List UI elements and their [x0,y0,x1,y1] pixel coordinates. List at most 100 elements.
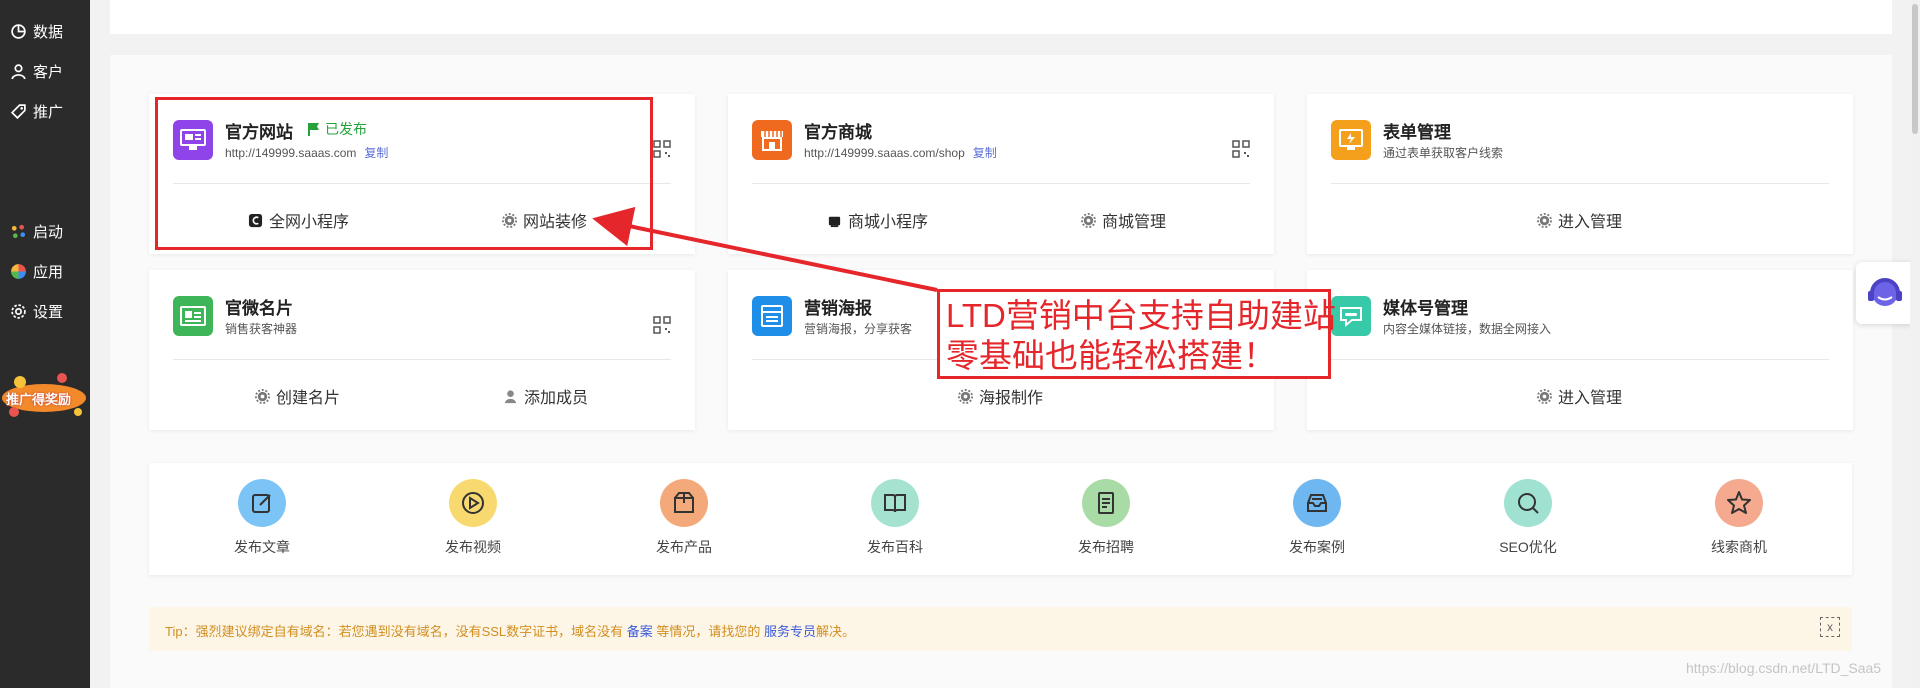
highlight-box [155,97,653,250]
customer-support-button[interactable] [1856,262,1914,324]
gear-icon [1537,388,1552,404]
quick-label: 发布视频 [445,539,501,555]
tip-text: 等情况，请找您的 [652,624,765,639]
sidebar-item-data[interactable]: 数据 [10,19,63,43]
chart-pie-icon [11,23,26,39]
media-manage-button[interactable]: 进入管理 [1537,384,1622,408]
poster-icon [752,296,792,336]
qr-code-icon[interactable] [653,140,671,158]
sidebar-item-label: 客户 [33,63,64,81]
quick-leads[interactable]: 线索商机 [1684,479,1794,557]
sidebar-item-apps[interactable]: 应用 [10,259,63,283]
card-form-management: 表单管理 通过表单获取客户线索 进入管理 [1307,94,1853,254]
card-description: 营销海报，分享获客 [804,322,913,336]
quick-publish-product[interactable]: 发布产品 [629,479,739,557]
play-icon [462,492,484,514]
quick-label: 发布文章 [234,539,290,555]
mall-mini-program-button[interactable]: 商城小程序 [827,208,928,232]
promo-label: 推广得奖励 [6,392,72,407]
promo-banner[interactable]: 推广得奖励 [0,368,90,422]
card-business-card: 官微名片 销售获客神器 创建名片 添加成员 [149,270,695,430]
sidebar-item-label: 数据 [33,23,64,41]
sidebar-item-label: 推广 [33,103,64,121]
search-icon [1518,493,1539,514]
quick-circle [1504,479,1552,527]
sidebar-item-settings[interactable]: 设置 [10,299,63,323]
quick-circle [1082,479,1130,527]
quick-label: 发布百科 [867,539,923,555]
divider [752,183,1250,184]
quick-circle [238,479,286,527]
sidebar-item-launch[interactable]: 启动 [10,219,63,243]
action-label: 海报制作 [979,390,1044,407]
gear-icon [1081,212,1096,228]
quick-circle [1293,479,1341,527]
copy-link[interactable]: 复制 [973,146,997,160]
quick-circle [871,479,919,527]
sidebar-item-customers[interactable]: 客户 [10,59,63,83]
quick-label: 发布产品 [656,539,712,555]
shop-bag-icon [828,216,841,227]
quick-label: SEO优化 [1499,539,1557,555]
callout-box: LTD营销中台支持自助建站 零基础也能轻松搭建！ [937,289,1336,379]
sidebar-item-promote[interactable]: 推广 [10,99,63,123]
quick-circle [449,479,497,527]
form-icon [1331,120,1371,160]
divider [1331,183,1829,184]
inbox-icon [1307,494,1327,512]
icp-link[interactable]: 备案 [627,624,653,639]
action-label: 商城小程序 [848,214,929,231]
apps-icon [11,263,26,279]
create-card-button[interactable]: 创建名片 [255,384,340,408]
quick-seo[interactable]: SEO优化 [1473,479,1583,557]
scroll-thumb[interactable] [1912,4,1918,134]
scrollbar[interactable] [1910,0,1920,688]
close-icon[interactable]: x [1820,617,1840,637]
quick-circle [660,479,708,527]
top-panel [110,0,1892,34]
action-label: 添加成员 [524,390,589,407]
headset-icon [1868,278,1902,306]
edit-icon [252,494,271,513]
dots-icon [11,224,26,238]
mall-manage-button[interactable]: 商城管理 [1081,208,1166,232]
tip-text: 解决。 [816,624,856,639]
action-label: 创建名片 [276,390,341,407]
star-icon [1727,491,1751,514]
add-member-button[interactable]: 添加成员 [503,384,588,408]
user-icon [504,389,517,403]
tip-bar: Tip：强烈建议绑定自有域名：若您遇到没有域名，没有SSL数字证书，域名没有 备… [149,607,1852,651]
quick-publish-wiki[interactable]: 发布百科 [840,479,950,557]
callout-line: 零基础也能轻松搭建！ [946,337,1276,374]
watermark: https://blog.csdn.net/LTD_Saa5 [1686,660,1882,676]
quick-label: 发布案例 [1289,539,1345,555]
book-icon [884,494,906,513]
quick-label: 发布招聘 [1078,539,1134,555]
quick-circle [1715,479,1763,527]
sidebar-item-label: 应用 [33,263,64,281]
quick-publish-case[interactable]: 发布案例 [1262,479,1372,557]
card-title: 营销海报 [804,299,872,318]
tag-icon [10,103,26,119]
quick-label: 线索商机 [1711,539,1767,555]
sidebar-item-label: 启动 [33,223,64,241]
card-title: 官方商城 [804,123,872,142]
service-agent-link[interactable]: 服务专员 [764,624,816,639]
card-media-accounts: 媒体号管理 内容全媒体链接，数据全网接入 进入管理 [1307,270,1853,430]
card-official-mall: 官方商城 http://149999.saaas.com/shop 复制 商城小程… [728,94,1274,254]
gear-icon [255,388,270,404]
business-card-icon [173,296,213,336]
qr-code-icon[interactable] [1232,140,1250,158]
shop-url[interactable]: http://149999.saaas.com/shop [804,146,965,160]
quick-publish-video[interactable]: 发布视频 [418,479,528,557]
qr-code-icon[interactable] [653,316,671,334]
action-label: 商城管理 [1102,214,1167,231]
form-manage-button[interactable]: 进入管理 [1537,208,1622,232]
poster-make-button[interactable]: 海报制作 [958,384,1043,408]
action-label: 进入管理 [1558,390,1623,407]
quick-publish-article[interactable]: 发布文章 [207,479,317,557]
divider [1331,359,1829,360]
media-icon [1331,296,1371,336]
quick-publish-job[interactable]: 发布招聘 [1051,479,1161,557]
card-url: http://149999.saaas.com/shop 复制 [804,144,997,161]
